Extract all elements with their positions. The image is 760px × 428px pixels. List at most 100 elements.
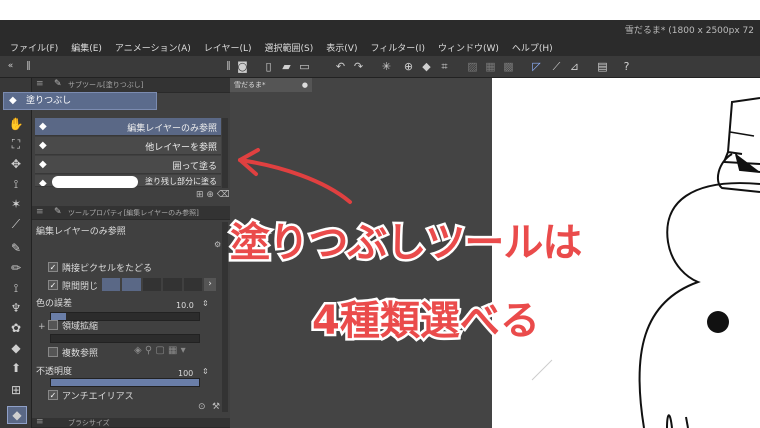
- help-icon[interactable]: ?: [620, 60, 633, 73]
- fill-bucket-icon: ◆: [39, 121, 47, 132]
- subtool-item[interactable]: ◆ 編集レイヤーのみ参照: [35, 118, 221, 136]
- open-folder-icon[interactable]: ▰: [280, 60, 293, 73]
- menu-edit[interactable]: 編集(E): [71, 41, 102, 54]
- lasso-icon[interactable]: ⟟: [7, 176, 25, 192]
- gap-level-selector[interactable]: [102, 278, 203, 291]
- redaction-blob: [52, 176, 138, 188]
- subtool-actions: ⊞ ⊕ ⌫: [196, 190, 230, 200]
- frame-icon[interactable]: ⊞: [7, 382, 25, 398]
- deselect-icon[interactable]: ▩: [502, 60, 515, 73]
- subtool-scrollbar[interactable]: [222, 118, 228, 188]
- stepper-icon[interactable]: ⇕: [202, 367, 209, 376]
- decoration-icon[interactable]: ✿: [7, 320, 25, 336]
- gap-level-3[interactable]: [142, 278, 162, 291]
- fill-bucket-icon: ◆: [9, 95, 17, 106]
- menu-selection[interactable]: 選択範囲(S): [265, 41, 314, 54]
- menu-bar: ファイル(F) 編集(E) アニメーション(A) レイヤー(L) 選択範囲(S)…: [0, 38, 760, 56]
- magic-wand-icon[interactable]: ✶: [7, 196, 25, 212]
- area-scaling-label: 領域拡縮: [62, 322, 99, 332]
- stepper-icon[interactable]: ⇕: [202, 299, 209, 308]
- menu-animation[interactable]: アニメーション(A): [115, 41, 191, 54]
- menu-icon[interactable]: ≡: [36, 417, 44, 427]
- palette-icon[interactable]: ▤: [596, 60, 609, 73]
- brush-icon[interactable]: ⟟: [7, 280, 25, 296]
- add-icon[interactable]: ⊕: [206, 190, 214, 200]
- opacity-slider[interactable]: [50, 378, 200, 387]
- pen-small-icon: ✎: [54, 79, 62, 89]
- new-file-icon[interactable]: ▯: [262, 60, 275, 73]
- save-icon[interactable]: ▭: [298, 60, 311, 73]
- subtool-item[interactable]: ◆ 囲って塗る: [35, 156, 221, 174]
- move-icon[interactable]: ✥: [7, 156, 25, 172]
- selection-icon[interactable]: ▦: [484, 60, 497, 73]
- undo-icon[interactable]: ↶: [334, 60, 347, 73]
- pencil-icon[interactable]: ✏: [7, 260, 25, 276]
- spinner-icon[interactable]: ✳: [380, 60, 393, 73]
- area-scaling-slider[interactable]: [50, 334, 200, 343]
- operation-icon[interactable]: ⛶: [7, 136, 25, 152]
- duplicate-icon[interactable]: ⊞: [196, 190, 204, 200]
- ruler-icon[interactable]: ◸: [530, 60, 543, 73]
- fill-bucket-icon: ◆: [39, 159, 47, 170]
- multi-reference-label: 複数参照: [62, 349, 99, 359]
- area-scaling-checkbox[interactable]: [48, 320, 58, 330]
- chevron-right-icon[interactable]: ›: [204, 278, 216, 291]
- multi-reference-checkbox[interactable]: [48, 347, 58, 357]
- menu-window[interactable]: ウィンドウ(W): [438, 41, 499, 54]
- tool-property-header: ≡ ✎ ツールプロパティ[編集レイヤーのみ参照]: [32, 206, 230, 220]
- menu-view[interactable]: 表示(V): [326, 41, 357, 54]
- crop-icon[interactable]: ▨: [466, 60, 479, 73]
- eraser-icon[interactable]: ◆: [7, 340, 25, 356]
- tool-palette: ⌕ ✋ ⛶ ✥ ⟟ ✶ ⟋ ✎ ✏ ⟟ ♆ ✿ ◆ ⬆ ⊞ ◆: [0, 78, 32, 428]
- hand-icon[interactable]: ✋: [7, 116, 25, 132]
- menu-icon[interactable]: ≡: [36, 207, 44, 217]
- menu-filter[interactable]: フィルター(I): [370, 41, 425, 54]
- close-icon[interactable]: ●: [302, 78, 308, 92]
- menu-help[interactable]: ヘルプ(H): [512, 41, 553, 54]
- document-tab[interactable]: 雪だるま* ●: [230, 78, 312, 92]
- app-logo-icon[interactable]: ◙: [236, 60, 249, 73]
- gap-level-5[interactable]: [183, 278, 203, 291]
- antialiasing-label: アンチエイリアス: [62, 392, 134, 402]
- command-bar: « ‖ ‖ ◙ ▯ ▰ ▭ ↶ ↷ ✳ ⊕ ◆ ⌗ ▨ ▦ ▩ ◸ ⟋ ⊿ ▤ …: [0, 56, 760, 78]
- snap-ruler-icon[interactable]: ⊿: [568, 60, 581, 73]
- property-scrollbar[interactable]: [222, 222, 228, 412]
- subtool-group-tab[interactable]: ◆ 塗りつぶし: [3, 92, 157, 110]
- pointer-arrow: [238, 148, 352, 204]
- wrench-icon[interactable]: ⚒: [212, 402, 220, 412]
- collapse-icon-2[interactable]: ‖: [222, 60, 235, 73]
- follow-adjacent-checkbox[interactable]: ✓: [48, 262, 58, 272]
- reference-options[interactable]: ◈ ⚲ ▢ ▦ ▾: [134, 345, 186, 356]
- menu-layer[interactable]: レイヤー(L): [204, 41, 252, 54]
- tool-property-title: 編集レイヤーのみ参照: [36, 227, 126, 237]
- follow-adjacent-label: 隣接ピクセルをたどる: [62, 264, 153, 274]
- clear-icon[interactable]: ⊕: [402, 60, 415, 73]
- subtool-item[interactable]: ◆ 他レイヤーを参照: [35, 137, 221, 155]
- gap-level-4[interactable]: [163, 278, 182, 291]
- redo-icon[interactable]: ↷: [352, 60, 365, 73]
- transform-icon[interactable]: ⌗: [438, 60, 451, 73]
- snap-icon[interactable]: ⟋: [550, 60, 563, 73]
- fill-icon[interactable]: ◆: [420, 60, 433, 73]
- settings-icon[interactable]: ⚙: [214, 240, 221, 249]
- close-gap-checkbox[interactable]: ✓: [48, 280, 58, 290]
- expand-icon[interactable]: +: [38, 322, 46, 332]
- close-gap-label: 隙間閉じ: [62, 282, 99, 292]
- gap-level-2[interactable]: [122, 278, 141, 291]
- collapse-icon[interactable]: ‖: [22, 60, 35, 73]
- blend-icon[interactable]: ⬆: [7, 360, 25, 376]
- reset-icon[interactable]: ⊙: [198, 402, 206, 412]
- collapse-left-icon[interactable]: «: [4, 60, 17, 73]
- eyedropper-icon[interactable]: ⟋: [7, 216, 25, 232]
- pen-icon[interactable]: ✎: [7, 240, 25, 256]
- gap-level-1[interactable]: [102, 278, 121, 291]
- pen-small-icon: ✎: [54, 207, 62, 217]
- top-margin: [0, 0, 760, 20]
- menu-file[interactable]: ファイル(F): [10, 41, 58, 54]
- antialiasing-checkbox[interactable]: ✓: [48, 390, 58, 400]
- fill-tool-icon[interactable]: ◆: [7, 406, 27, 424]
- menu-icon[interactable]: ≡: [36, 79, 44, 89]
- brush-size-header: ≡ ブラシサイズ: [32, 417, 230, 428]
- delete-icon[interactable]: ⌫: [217, 190, 230, 200]
- airbrush-icon[interactable]: ♆: [7, 300, 25, 316]
